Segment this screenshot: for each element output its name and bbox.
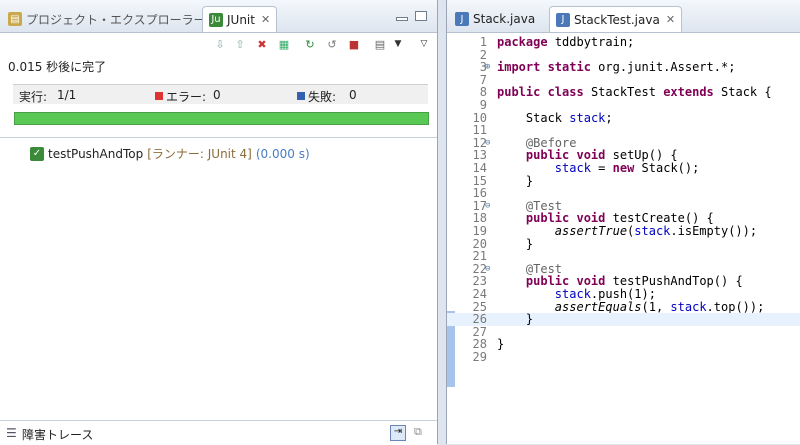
line-number: 26 xyxy=(472,312,487,327)
line-number: 3 xyxy=(479,60,487,75)
failure-trace-label: 障害トレース xyxy=(22,428,94,442)
rerun-icon[interactable]: ↻ xyxy=(302,36,318,52)
failure-icon xyxy=(297,91,305,100)
code-line: 15 } xyxy=(447,173,800,188)
errors-value: 0 xyxy=(213,88,221,102)
junit-icon: Ju xyxy=(209,12,223,27)
run-status: 0.015 秒後に完了 xyxy=(8,60,107,74)
test-runner: [ランナー: JUnit 4] xyxy=(147,147,252,161)
history-icon[interactable]: ▤ xyxy=(372,36,388,52)
tab-stacktest-java-label: StackTest.java xyxy=(574,12,660,27)
maximize-icon[interactable] xyxy=(415,11,427,21)
error-icon-wrap xyxy=(155,88,165,102)
editor-tabbar: J Stack.java J StackTest.java ✕ xyxy=(447,0,800,33)
code-editor[interactable]: 1 package tddbytrain; 2 3 ⊕ import static o… xyxy=(447,34,800,444)
failure-icon-wrap xyxy=(297,88,307,102)
test-name: testPushAndTop xyxy=(48,146,144,161)
tab-junit-label: JUnit xyxy=(227,12,255,27)
runs-label: 実行: xyxy=(19,90,48,104)
expand-icon[interactable]: ⊕ xyxy=(485,61,495,74)
test-time: (0.000 s) xyxy=(255,146,310,161)
show-failures-only-icon[interactable]: ✖ xyxy=(254,36,270,52)
java-file-icon: J xyxy=(455,12,469,26)
code-text: Stack stack; xyxy=(525,110,613,125)
line-number: 21 xyxy=(472,249,487,264)
line-number: 11 xyxy=(472,123,487,138)
failure-trace-icon: ☰ xyxy=(6,426,17,440)
code-line: 11 xyxy=(447,124,800,137)
tab-junit[interactable]: Ju JUnit ✕ xyxy=(202,6,278,32)
code-line: 21 xyxy=(447,250,800,263)
line-number: 24 xyxy=(472,287,487,301)
code-line: 29 xyxy=(447,351,800,364)
failure-trace-pane: ☰ 障害トレース ⇥ ⧉ xyxy=(0,420,437,445)
line-number: 16 xyxy=(472,186,487,201)
view-menu-icon[interactable]: ▽ xyxy=(416,36,432,52)
code-text: } xyxy=(525,312,534,327)
minimize-icon[interactable] xyxy=(396,17,408,21)
close-icon[interactable]: ✕ xyxy=(666,13,675,26)
tab-stack-java[interactable]: J Stack.java xyxy=(449,6,541,32)
code-line: 28} xyxy=(447,338,800,351)
tab-project-explorer[interactable]: ▤ プロジェクト・エクスプローラー xyxy=(2,6,212,32)
junit-panel: ▤ プロジェクト・エクスプローラー Ju JUnit ✕ ⇩ ⇧ ✖ ▦ ↻ ↺… xyxy=(0,0,438,445)
compare-icon[interactable]: ⧉ xyxy=(414,425,422,439)
line-number: 1 xyxy=(479,35,487,49)
junit-toolbar: ⇩ ⇧ ✖ ▦ ↻ ↺ ■ ▤ ▼ ▽ xyxy=(0,33,437,55)
code-text: } xyxy=(497,337,505,352)
history-dropdown-icon[interactable]: ▼ xyxy=(390,36,406,52)
code-line: 19 assertTrue(stack.isEmpty()); xyxy=(447,225,800,238)
line-number: 14 xyxy=(472,161,487,175)
previous-failure-icon[interactable]: ⇧ xyxy=(232,36,248,52)
line-number: 19 xyxy=(472,224,487,238)
runs-value: 1/1 xyxy=(57,88,77,102)
code-line: 14 stack = new Stack(); xyxy=(447,162,800,175)
code-text: public class StackTest extends Stack { xyxy=(497,85,772,100)
code-line: 26 } xyxy=(447,313,800,326)
scroll-lock-icon[interactable]: ▦ xyxy=(276,36,292,52)
line-number: 9 xyxy=(479,98,487,112)
editor-panel: J Stack.java J StackTest.java ✕ 1 package… xyxy=(446,0,800,444)
progress-bar xyxy=(14,112,429,125)
left-tabbar: ▤ プロジェクト・エクスプローラー Ju JUnit ✕ xyxy=(0,0,437,33)
test-passed-icon: ✓ xyxy=(30,146,44,161)
line-number: 29 xyxy=(472,350,487,364)
tab-stack-java-label: Stack.java xyxy=(473,12,536,26)
failures-value: 0 xyxy=(349,88,357,102)
stop-icon[interactable]: ■ xyxy=(346,36,362,52)
code-line: 9 xyxy=(447,99,800,112)
code-text: } xyxy=(525,173,534,188)
tab-stacktest-java[interactable]: J StackTest.java ✕ xyxy=(549,6,683,32)
code-text: assertEquals(1, stack.top()); xyxy=(554,299,765,314)
errors-label: エラー: xyxy=(166,90,207,104)
code-line: 8 public class StackTest extends Stack { xyxy=(447,86,800,99)
project-explorer-icon: ▤ xyxy=(8,12,22,26)
tab-project-explorer-label: プロジェクト・エクスプローラー xyxy=(26,12,206,27)
code-text: import static org.junit.Assert.*; xyxy=(497,60,736,75)
code-line: 3 ⊕ import static org.junit.Assert.*; xyxy=(447,61,800,74)
filter-stack-icon[interactable]: ⇥ xyxy=(390,425,406,441)
code-text: assertTrue(stack.isEmpty()); xyxy=(554,224,758,238)
code-text: } xyxy=(525,236,534,251)
next-failure-icon[interactable]: ⇩ xyxy=(212,36,228,52)
code-text: package tddbytrain; xyxy=(497,35,635,49)
code-line: 20 } xyxy=(447,236,800,251)
failures-label: 失敗: xyxy=(308,90,337,104)
code-line: 10 Stack stack; xyxy=(447,110,800,125)
java-file-icon: J xyxy=(556,12,570,27)
error-icon xyxy=(155,91,163,100)
test-item[interactable]: ✓ testPushAndTop [ランナー: JUnit 4] (0.000 … xyxy=(30,145,310,162)
close-icon[interactable]: ✕ xyxy=(261,13,270,26)
counters-bar: 実行: 1/1 エラー: 0 失敗: 0 xyxy=(13,84,428,104)
code-line: 16 xyxy=(447,187,800,200)
rerun-failed-icon[interactable]: ↺ xyxy=(324,36,340,52)
code-line: 1 package tddbytrain; xyxy=(447,36,800,49)
